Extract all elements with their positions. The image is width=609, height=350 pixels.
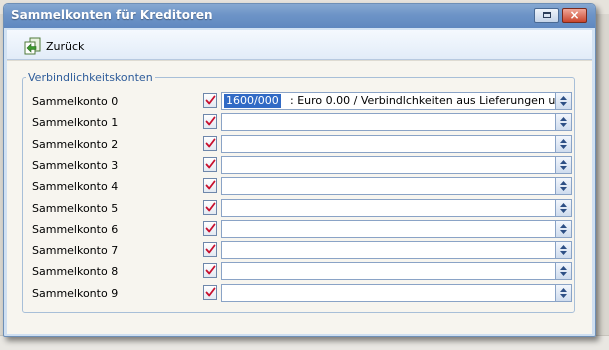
row-label: Sammelkonto 8: [32, 265, 119, 278]
check-mark-icon: [205, 223, 216, 233]
account-combo-field[interactable]: [221, 241, 556, 259]
sammelkonto-row: Sammelkonto 7: [32, 241, 572, 260]
account-combo-field[interactable]: [221, 199, 556, 217]
sammelkonto-row: Sammelkonto 4: [32, 177, 572, 196]
check-mark-icon: [205, 202, 216, 212]
row-label: Sammelkonto 3: [32, 159, 119, 172]
background-app-footer: [0, 335, 609, 350]
up-down-arrows-icon: [560, 266, 567, 276]
account-description: : Euro 0.00 / Verbindlchkeiten aus Liefe…: [290, 94, 556, 107]
selected-account-number: 1600/000: [224, 94, 281, 108]
close-icon: ×: [569, 8, 580, 22]
combo-dropdown-button[interactable]: [555, 156, 572, 174]
combo-dropdown-button[interactable]: [555, 241, 572, 259]
account-combo-field[interactable]: [221, 113, 556, 131]
up-down-arrows-icon: [560, 139, 567, 149]
window-title: Sammelkonten für Kreditoren: [11, 8, 213, 22]
sammelkonto-row: Sammelkonto 1: [32, 113, 572, 132]
group-legend: Verbindlichkeitskonten: [28, 71, 153, 84]
content-area: Verbindlichkeitskonten Sammelkonto 0 1600…: [7, 60, 592, 334]
account-combo-field[interactable]: [221, 177, 556, 195]
restore-button[interactable]: [534, 8, 559, 23]
combo-dropdown-button[interactable]: [555, 199, 572, 217]
account-combo-field[interactable]: [221, 220, 556, 238]
toolbar: Zurück: [7, 30, 592, 60]
account-combo-field[interactable]: 1600/000 : Euro 0.00 / Verbindlchkeiten a…: [221, 92, 556, 110]
row-checkbox[interactable]: [203, 200, 217, 215]
up-down-arrows-icon: [560, 203, 567, 213]
combo-dropdown-button[interactable]: [555, 135, 572, 153]
up-down-arrows-icon: [560, 181, 567, 191]
row-checkbox[interactable]: [203, 93, 217, 108]
combo-dropdown-button[interactable]: [555, 262, 572, 280]
check-mark-icon: [205, 159, 216, 169]
check-mark-icon: [205, 244, 216, 254]
up-down-arrows-icon: [560, 245, 567, 255]
row-label: Sammelkonto 7: [32, 244, 119, 257]
title-bar[interactable]: Sammelkonten für Kreditoren ×: [4, 4, 595, 28]
dialog-window: Sammelkonten für Kreditoren × Zurück Ver…: [3, 3, 596, 337]
up-down-arrows-icon: [560, 117, 567, 127]
row-checkbox[interactable]: [203, 263, 217, 278]
sammelkonto-row: Sammelkonto 8: [32, 262, 572, 281]
row-label: Sammelkonto 5: [32, 202, 119, 215]
row-label: Sammelkonto 0: [32, 95, 119, 108]
row-label: Sammelkonto 9: [32, 287, 119, 300]
up-down-arrows-icon: [560, 96, 567, 106]
combo-dropdown-button[interactable]: [555, 177, 572, 195]
sammelkonto-row: Sammelkonto 6: [32, 220, 572, 239]
sammelkonto-row: Sammelkonto 3: [32, 156, 572, 175]
restore-icon: [543, 12, 551, 18]
row-label: Sammelkonto 6: [32, 223, 119, 236]
up-down-arrows-icon: [560, 288, 567, 298]
close-button[interactable]: ×: [562, 8, 587, 23]
row-label: Sammelkonto 1: [32, 116, 119, 129]
row-checkbox[interactable]: [203, 242, 217, 257]
row-checkbox[interactable]: [203, 178, 217, 193]
check-mark-icon: [205, 180, 216, 190]
check-mark-icon: [205, 95, 216, 105]
back-label: Zurück: [46, 40, 85, 53]
combo-dropdown-button[interactable]: [555, 92, 572, 110]
check-mark-icon: [205, 287, 216, 297]
account-combo-field[interactable]: [221, 156, 556, 174]
check-mark-icon: [205, 265, 216, 275]
account-combo-field[interactable]: [221, 135, 556, 153]
check-mark-icon: [205, 138, 216, 148]
row-checkbox[interactable]: [203, 136, 217, 151]
check-mark-icon: [205, 116, 216, 126]
back-arrow-icon: [24, 37, 41, 55]
row-checkbox[interactable]: [203, 114, 217, 129]
combo-dropdown-button[interactable]: [555, 113, 572, 131]
row-checkbox[interactable]: [203, 157, 217, 172]
sammelkonto-row: Sammelkonto 0 1600/000 : Euro 0.00 / Verbi…: [32, 92, 572, 111]
up-down-arrows-icon: [560, 224, 567, 234]
sammelkonto-row: Sammelkonto 5: [32, 199, 572, 218]
combo-dropdown-button[interactable]: [555, 284, 572, 302]
row-label: Sammelkonto 4: [32, 180, 119, 193]
sammelkonto-row: Sammelkonto 9: [32, 284, 572, 303]
sammelkonto-row: Sammelkonto 2: [32, 135, 572, 154]
up-down-arrows-icon: [560, 160, 567, 170]
account-combo-field[interactable]: [221, 284, 556, 302]
row-checkbox[interactable]: [203, 221, 217, 236]
account-combo-field[interactable]: [221, 262, 556, 280]
row-label: Sammelkonto 2: [32, 138, 119, 151]
row-checkbox[interactable]: [203, 285, 217, 300]
combo-dropdown-button[interactable]: [555, 220, 572, 238]
